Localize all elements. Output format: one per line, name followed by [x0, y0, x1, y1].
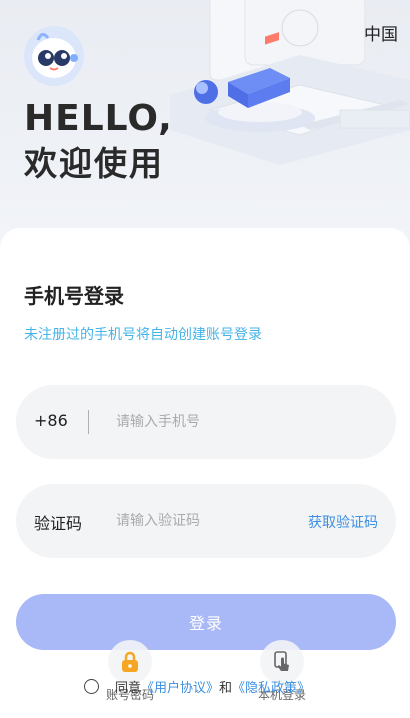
- hero-banner: 中国 HELLO, 欢迎使用: [0, 0, 410, 250]
- login-card: 手机号登录 未注册过的手机号将自动创建账号登录 +86 验证码 获取验证码 登录…: [0, 228, 410, 718]
- greeting-heading: HELLO,: [24, 98, 173, 139]
- divider: [88, 410, 89, 434]
- register-hint: 未注册过的手机号将自动创建账号登录: [24, 327, 262, 343]
- mascot-logo-icon: [24, 26, 84, 86]
- user-agreement-link[interactable]: 《用户协议》: [141, 677, 219, 696]
- code-label: 验证码: [34, 514, 83, 533]
- agreement-radio[interactable]: [84, 678, 99, 694]
- get-code-button[interactable]: 获取验证码: [308, 512, 378, 532]
- privacy-policy-link[interactable]: 《隐私政策》: [232, 677, 310, 696]
- phone-input[interactable]: [116, 407, 376, 437]
- code-field: 验证码 获取验证码: [16, 484, 396, 558]
- page-title: 手机号登录: [24, 284, 124, 308]
- agreement-row: 同意 《用户协议》 和 《隐私政策》: [84, 676, 310, 696]
- login-button[interactable]: 登录: [16, 594, 396, 650]
- phone-field: +86: [16, 385, 396, 459]
- welcome-heading: 欢迎使用: [24, 144, 164, 183]
- tap-icon: [274, 651, 289, 671]
- agreement-prefix: 同意: [115, 680, 142, 696]
- region-selector[interactable]: 中国: [364, 20, 398, 45]
- country-code-selector[interactable]: +86: [34, 411, 68, 430]
- agreement-and: 和: [219, 680, 233, 696]
- verification-code-input[interactable]: [116, 506, 296, 536]
- lock-icon: [122, 651, 138, 672]
